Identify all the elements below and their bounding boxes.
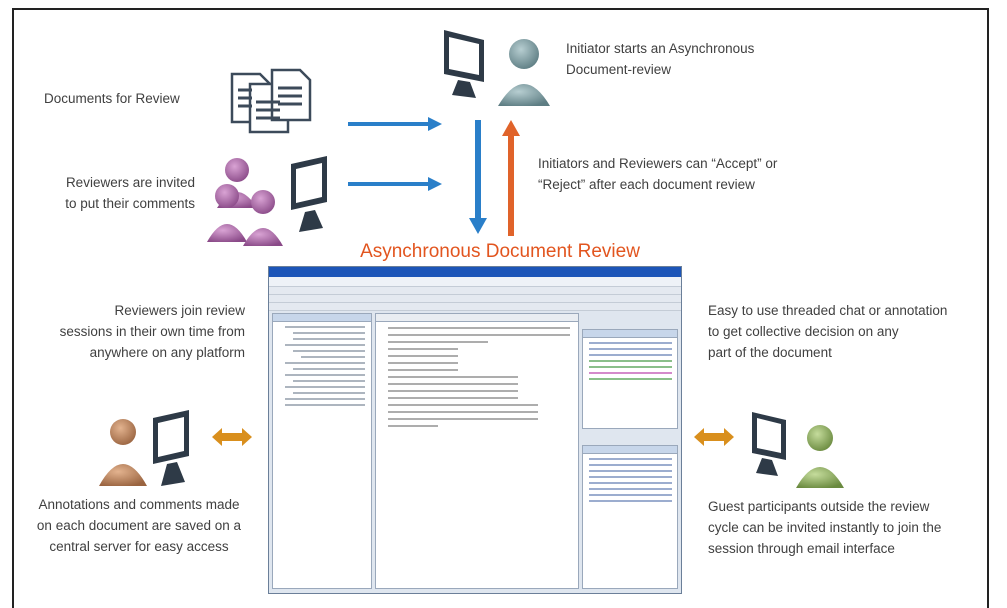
guest-person-icon (796, 425, 844, 488)
document-pane (375, 313, 579, 589)
arrow-left-double (212, 428, 252, 446)
chat-pane (582, 445, 678, 589)
menu-bar (269, 287, 681, 295)
toolbar (269, 295, 681, 303)
arrow-documents-to-center (348, 117, 442, 131)
arrow-down-to-review (469, 120, 487, 234)
arrow-reviewers-to-center (348, 177, 442, 191)
address-bar (269, 277, 681, 287)
guest-icon (752, 412, 844, 488)
guest-monitor-icon (752, 412, 786, 476)
arrow-up-to-initiator (502, 120, 520, 236)
review-app-screenshot (268, 266, 682, 594)
annotator-person-icon (99, 419, 147, 486)
annotator-monitor-icon (153, 410, 189, 486)
arrow-right-double (694, 428, 734, 446)
toolbar-2 (269, 303, 681, 311)
annotator-icon (99, 410, 189, 486)
window-titlebar (269, 267, 681, 277)
participants-pane (582, 329, 678, 429)
navigation-pane (272, 313, 372, 589)
